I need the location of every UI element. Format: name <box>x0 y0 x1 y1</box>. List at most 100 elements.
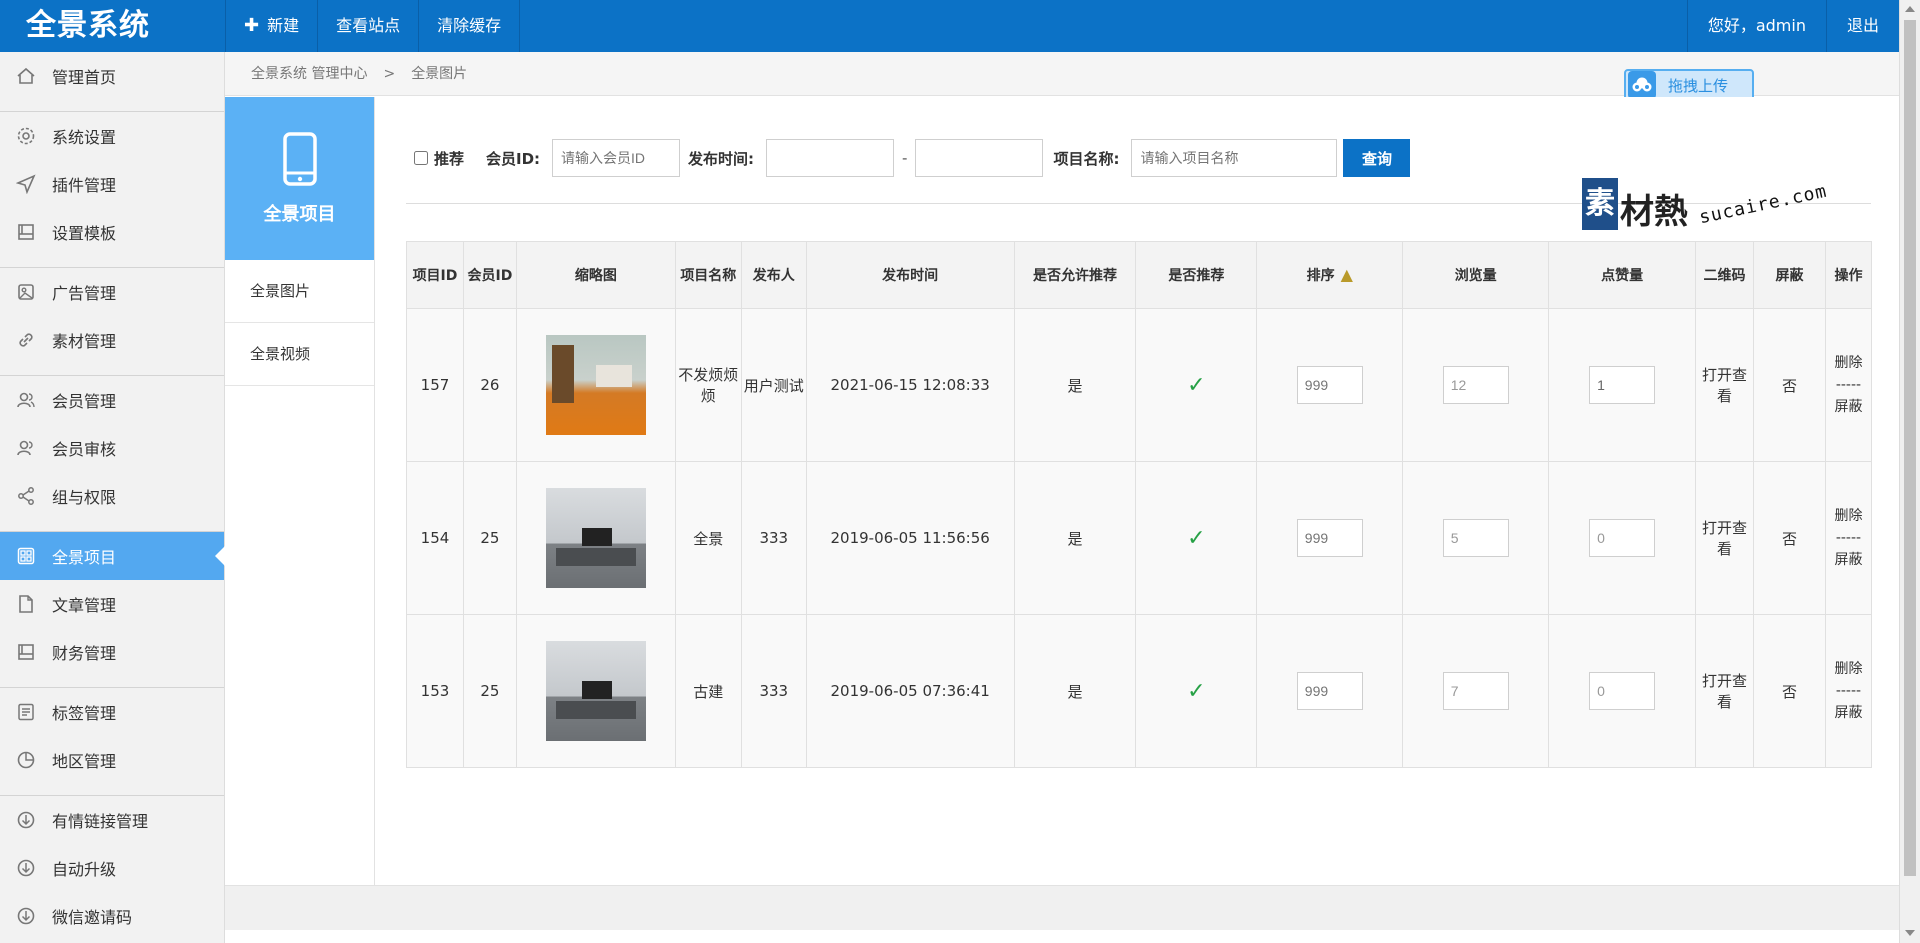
recommend-checkbox[interactable] <box>414 151 428 165</box>
views-input[interactable] <box>1442 366 1509 404</box>
sort-input[interactable] <box>1296 519 1363 557</box>
cell-views <box>1402 308 1550 462</box>
cell-block-status: 否 <box>1753 614 1826 768</box>
open-qrcode-link[interactable]: 打开查看 <box>1702 366 1747 405</box>
share-icon <box>16 486 36 506</box>
sidebar-item-members[interactable]: 会员管理 <box>0 376 224 424</box>
project-name-input[interactable] <box>1131 139 1338 177</box>
sidebar-item-system-settings[interactable]: 系统设置 <box>0 112 224 160</box>
col-qrcode: 二维码 <box>1695 241 1754 309</box>
new-label: 新建 <box>267 16 300 35</box>
cell-likes <box>1548 461 1697 615</box>
breadcrumb-root[interactable]: 全景系统 管理中心 <box>251 66 367 82</box>
open-qrcode-link[interactable]: 打开查看 <box>1702 519 1747 558</box>
sidebar-item-label: 标签管理 <box>52 704 117 723</box>
col-block: 屏蔽 <box>1753 241 1826 309</box>
member-id-input[interactable] <box>552 139 681 177</box>
cell-publish-time: 2019-06-05 11:56:56 <box>805 461 1015 615</box>
sidebar-item-label: 插件管理 <box>52 176 117 195</box>
sidebar-item-regions[interactable]: 地区管理 <box>0 736 224 784</box>
home-icon <box>16 66 36 86</box>
cell-is-recommended: ✓ <box>1135 308 1258 462</box>
users-icon <box>16 390 36 410</box>
cell-block-status: 否 <box>1753 308 1826 462</box>
query-button[interactable]: 查询 <box>1343 139 1411 177</box>
views-input[interactable] <box>1442 519 1509 557</box>
page-scrollbar[interactable] <box>1899 0 1920 943</box>
range-separator: - <box>902 149 908 167</box>
delete-link[interactable]: 删除 <box>1826 658 1871 680</box>
filter-bar: 推荐 会员ID: 发布时间: - 项目名称: 查询 <box>414 139 1411 177</box>
logout-button[interactable]: 退出 <box>1825 0 1899 52</box>
sidebar-divider <box>0 784 224 796</box>
sidebar-item-plugins[interactable]: 插件管理 <box>0 160 224 208</box>
likes-input[interactable] <box>1589 366 1656 404</box>
warning-icon[interactable]: ▲ <box>1341 265 1353 284</box>
cell-project-id: 153 <box>406 614 464 768</box>
cell-member-id: 26 <box>462 308 517 462</box>
sidebar-item-materials[interactable]: 素材管理 <box>0 316 224 364</box>
download-circle-icon <box>16 810 36 830</box>
block-link[interactable]: 屏蔽 <box>1826 549 1871 571</box>
user-greeting[interactable]: 您好，admin <box>1686 0 1826 52</box>
delete-link[interactable]: 删除 <box>1826 352 1871 374</box>
block-link[interactable]: 屏蔽 <box>1826 702 1871 724</box>
cell-qrcode: 打开查看 <box>1695 614 1754 768</box>
new-button[interactable]: ✚ 新建 <box>226 0 319 52</box>
cloud-icon <box>1628 71 1656 99</box>
likes-input[interactable] <box>1589 672 1656 710</box>
likes-input[interactable] <box>1589 519 1656 557</box>
sidebar-item-home[interactable]: 管理首页 <box>0 52 224 100</box>
check-icon[interactable]: ✓ <box>1187 373 1205 398</box>
subnav-panorama-videos[interactable]: 全景视频 <box>225 323 374 386</box>
sub-sidebar-title: 全景项目 <box>263 203 336 225</box>
cell-is-recommended: ✓ <box>1135 461 1258 615</box>
scrollbar-thumb[interactable] <box>1904 20 1916 876</box>
sidebar-item-wechat-invite[interactable]: 微信邀请码 <box>0 892 224 940</box>
view-site-button[interactable]: 查看站点 <box>318 0 420 52</box>
brand-logo[interactable]: 全景系统 <box>0 0 225 52</box>
sidebar-item-panorama-projects[interactable]: 全景项目 <box>0 532 225 580</box>
mobile-icon <box>282 131 317 186</box>
delete-link[interactable]: 删除 <box>1826 505 1871 527</box>
sidebar-item-label: 广告管理 <box>52 284 117 303</box>
file-icon <box>16 594 36 614</box>
sidebar-item-finance[interactable]: 财务管理 <box>0 628 224 676</box>
scroll-down-icon[interactable] <box>1905 930 1915 936</box>
thumbnail-image[interactable] <box>545 335 646 435</box>
sidebar-item-member-review[interactable]: 会员审核 <box>0 424 224 472</box>
cell-allow-recommend: 是 <box>1013 614 1137 768</box>
thumbnail-image[interactable] <box>545 488 646 588</box>
publish-time-end-input[interactable] <box>915 139 1044 177</box>
scroll-up-icon[interactable] <box>1905 6 1915 12</box>
sidebar-item-groups-permissions[interactable]: 组与权限 <box>0 472 224 520</box>
thumbnail-image[interactable] <box>545 641 646 741</box>
sidebar-item-articles[interactable]: 文章管理 <box>0 580 224 628</box>
col-allow-recommend: 是否允许推荐 <box>1013 241 1137 309</box>
sort-input[interactable] <box>1296 366 1363 404</box>
block-link[interactable]: 屏蔽 <box>1826 396 1871 418</box>
sidebar-item-auto-upgrade[interactable]: 自动升级 <box>0 844 224 892</box>
col-views: 浏览量 <box>1402 241 1550 309</box>
sidebar-item-ads[interactable]: 广告管理 <box>0 268 224 316</box>
views-input[interactable] <box>1442 672 1509 710</box>
sidebar-item-friend-links[interactable]: 有情链接管理 <box>0 796 224 844</box>
clear-cache-button[interactable]: 清除缓存 <box>419 0 521 52</box>
cell-project-id: 154 <box>406 461 464 615</box>
sidebar-item-label: 有情链接管理 <box>52 812 149 831</box>
sidebar-item-label: 财务管理 <box>52 644 117 663</box>
sort-input[interactable] <box>1296 672 1363 710</box>
top-bar: 全景系统 ✚ 新建 查看站点 清除缓存 您好，admin 退出 <box>0 0 1899 52</box>
cell-publisher: 333 <box>740 461 807 615</box>
sidebar-item-templates[interactable]: 设置模板 <box>0 208 224 256</box>
sidebar-item-tags[interactable]: 标签管理 <box>0 688 224 736</box>
check-icon[interactable]: ✓ <box>1187 679 1205 704</box>
open-qrcode-link[interactable]: 打开查看 <box>1702 672 1747 711</box>
subnav-panorama-images[interactable]: 全景图片 <box>225 260 374 323</box>
cell-is-recommended: ✓ <box>1135 614 1258 768</box>
col-is-recommended: 是否推荐 <box>1135 241 1258 309</box>
sidebar-item-label: 系统设置 <box>52 128 117 147</box>
publish-time-start-input[interactable] <box>766 139 895 177</box>
check-icon[interactable]: ✓ <box>1187 526 1205 551</box>
cell-member-id: 25 <box>462 614 517 768</box>
